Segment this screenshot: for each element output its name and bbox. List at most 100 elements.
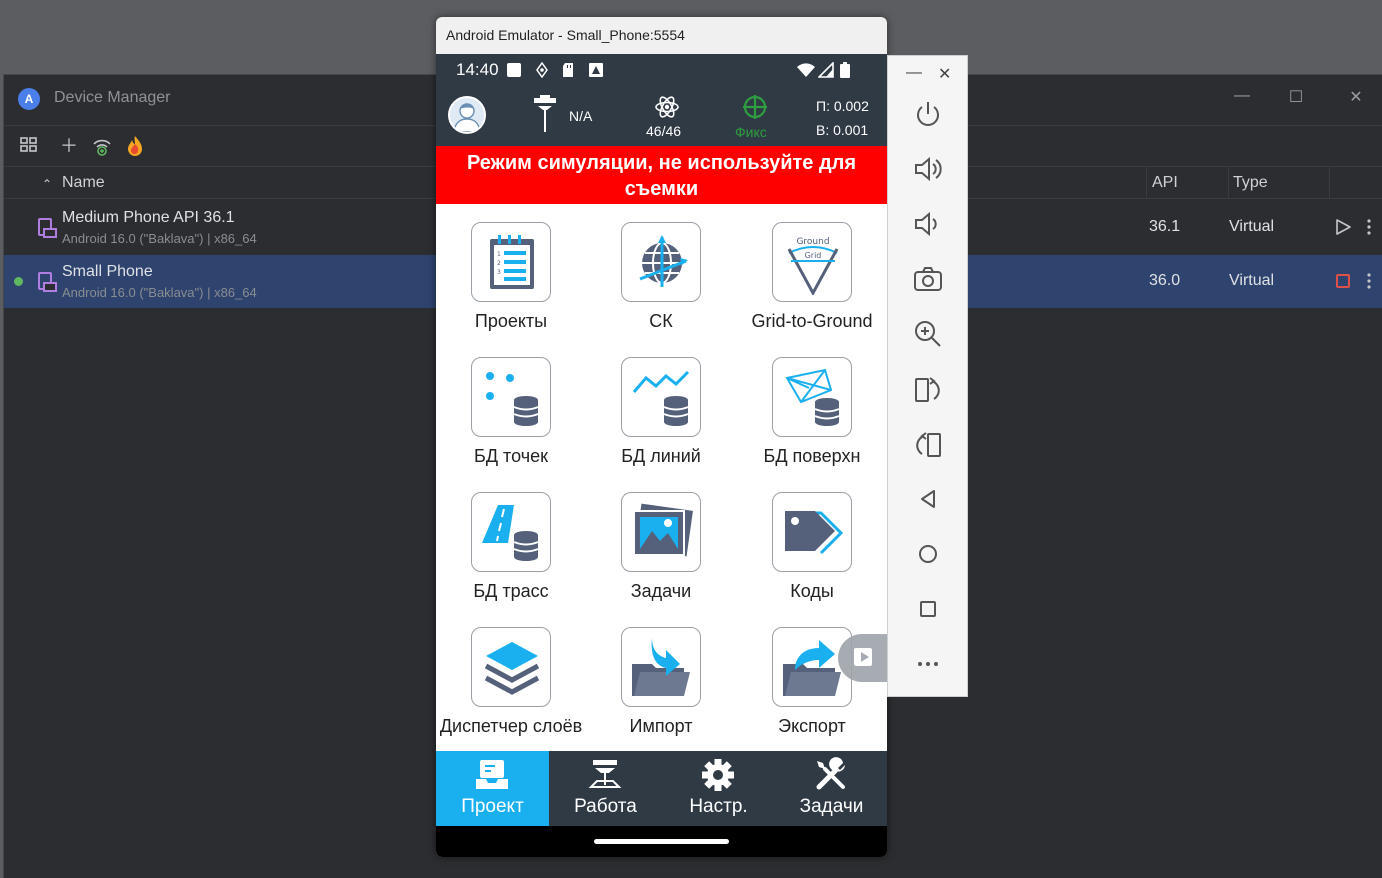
rotate-right-icon[interactable] xyxy=(912,428,944,460)
avatar[interactable] xyxy=(448,96,486,134)
home-icon[interactable] xyxy=(912,538,944,570)
overview-icon[interactable] xyxy=(912,593,944,625)
tasks-image-icon xyxy=(621,492,701,572)
minimize-icon[interactable]: — xyxy=(1230,87,1254,105)
device-type: Virtual xyxy=(1229,272,1275,289)
column-name[interactable]: Name xyxy=(62,174,105,192)
tile-lines-db[interactable]: БД линий xyxy=(586,339,736,474)
icon-text-grid: Grid xyxy=(805,251,822,260)
play-icon[interactable] xyxy=(1334,218,1352,236)
power-icon[interactable] xyxy=(912,98,944,130)
column-separator xyxy=(1228,167,1229,199)
sd-card-icon xyxy=(563,63,573,77)
points-database-icon xyxy=(471,357,551,437)
surfaces-database-icon xyxy=(772,357,852,437)
tile-label: Диспетчер слоёв xyxy=(439,716,583,736)
tile-codes[interactable]: Коды xyxy=(737,474,887,609)
nav-project[interactable]: Проект xyxy=(436,751,549,826)
column-separator xyxy=(1329,167,1330,199)
nav-tools[interactable]: Задачи xyxy=(775,751,887,826)
device-screen[interactable]: 14:40 N/A 46/46 Фикс П: 0.002 В: 0.001 Р… xyxy=(436,54,887,857)
work-nav-icon xyxy=(588,760,622,788)
tile-tasks[interactable]: Задачи xyxy=(586,474,736,609)
close-icon[interactable]: ✕ xyxy=(1344,87,1368,107)
gesture-bar xyxy=(436,826,887,857)
maximize-icon[interactable]: ☐ xyxy=(1284,87,1308,107)
tile-grid-to-ground[interactable]: Ground Grid Grid-to-Ground xyxy=(737,204,887,339)
lines-database-icon xyxy=(621,357,701,437)
fix-crosshair-icon[interactable] xyxy=(742,94,768,120)
floating-record-button[interactable] xyxy=(838,634,887,682)
zoom-icon[interactable] xyxy=(912,318,944,350)
device-subtitle: Android 16.0 ("Baklava") | x86_64 xyxy=(62,285,257,300)
satellites-icon[interactable] xyxy=(654,94,680,120)
tile-import[interactable]: Импорт xyxy=(586,609,736,744)
location-icon xyxy=(536,62,548,78)
layers-icon xyxy=(471,627,551,707)
column-type[interactable]: Type xyxy=(1233,174,1268,192)
more-options-icon[interactable] xyxy=(1364,272,1374,290)
device-manager-title: Device Manager xyxy=(54,89,171,106)
nav-label: Настр. xyxy=(689,796,748,817)
wifi-icon xyxy=(797,63,815,77)
rotate-left-icon[interactable] xyxy=(912,373,944,405)
more-options-icon[interactable] xyxy=(1364,218,1374,236)
tile-layer-manager[interactable]: Диспетчер слоёв xyxy=(436,609,586,744)
volume-up-icon[interactable] xyxy=(912,153,944,185)
tile-label: Grid-to-Ground xyxy=(751,311,873,331)
emulator-title: Android Emulator - Small_Phone:5554 xyxy=(436,17,887,54)
more-icon[interactable] xyxy=(912,648,944,680)
device-api: 36.0 xyxy=(1149,272,1181,289)
tile-label: Задачи xyxy=(630,581,692,601)
nav-label: Работа xyxy=(574,796,637,817)
tile-label: БД поверхн xyxy=(763,446,861,466)
camera-icon[interactable] xyxy=(912,263,944,295)
simulation-warning-banner: Режим симуляции, не используйте для съем… xyxy=(436,146,887,204)
grid-to-ground-icon: Ground Grid xyxy=(772,222,852,302)
nav-settings[interactable]: Настр. xyxy=(662,751,775,826)
side-close-icon[interactable]: ✕ xyxy=(938,64,951,84)
volume-down-icon[interactable] xyxy=(912,208,944,240)
firebase-icon[interactable] xyxy=(124,135,146,157)
home-gesture-handle[interactable] xyxy=(594,839,729,844)
add-icon[interactable]: ＋ xyxy=(58,135,80,157)
tools-nav-icon xyxy=(816,757,845,790)
device-grid-icon[interactable] xyxy=(18,135,40,157)
bottom-navigation: Проект Работа Настр. Задачи xyxy=(436,751,887,826)
app-notification-icon xyxy=(589,63,603,77)
virtual-device-icon xyxy=(38,272,57,292)
tile-roads-db[interactable]: БД трасс xyxy=(436,474,586,609)
tile-projects[interactable]: 1 2 3 Проекты xyxy=(436,204,586,339)
device-name: Medium Phone API 36.1 xyxy=(62,209,235,226)
emulator-window: Android Emulator - Small_Phone:5554 14:4… xyxy=(436,17,887,857)
device-name: Small Phone xyxy=(62,263,153,280)
tile-label: БД трасс xyxy=(473,581,549,601)
stop-icon[interactable] xyxy=(1336,274,1350,288)
side-minimize-icon[interactable]: — xyxy=(906,64,922,82)
nav-work[interactable]: Работа xyxy=(549,751,662,826)
svg-text:1: 1 xyxy=(497,251,501,258)
svg-text:2: 2 xyxy=(497,260,501,267)
coordinate-system-icon xyxy=(621,222,701,302)
virtual-device-icon xyxy=(38,218,57,238)
sort-ascending-icon[interactable]: ⌃ xyxy=(42,177,52,191)
device-type: Virtual xyxy=(1229,218,1275,235)
gnss-receiver-icon[interactable] xyxy=(532,94,558,134)
tile-coordinate-system[interactable]: СК xyxy=(586,204,736,339)
vertical-precision: В: 0.001 xyxy=(816,122,869,138)
device-subtitle: Android 16.0 ("Baklava") | x86_64 xyxy=(62,231,257,246)
tile-label: СК xyxy=(649,311,673,331)
wifi-pairing-icon[interactable] xyxy=(91,135,113,157)
tile-label: БД линий xyxy=(621,446,701,466)
tile-label: Коды xyxy=(790,581,834,601)
tile-points-db[interactable]: БД точек xyxy=(436,339,586,474)
codes-tag-icon xyxy=(772,492,852,572)
cell-signal-icon xyxy=(818,62,834,78)
main-menu-grid: 1 2 3 Проекты СК Ground Grid Grid-to-Ground xyxy=(436,204,887,751)
tile-surfaces-db[interactable]: БД поверхн xyxy=(737,339,887,474)
status-time: 14:40 xyxy=(456,60,499,79)
back-icon[interactable] xyxy=(912,483,944,515)
status-bar: 14:40 xyxy=(436,54,887,86)
column-api[interactable]: API xyxy=(1152,174,1178,192)
emulator-side-toolbar: — ✕ xyxy=(887,55,968,697)
